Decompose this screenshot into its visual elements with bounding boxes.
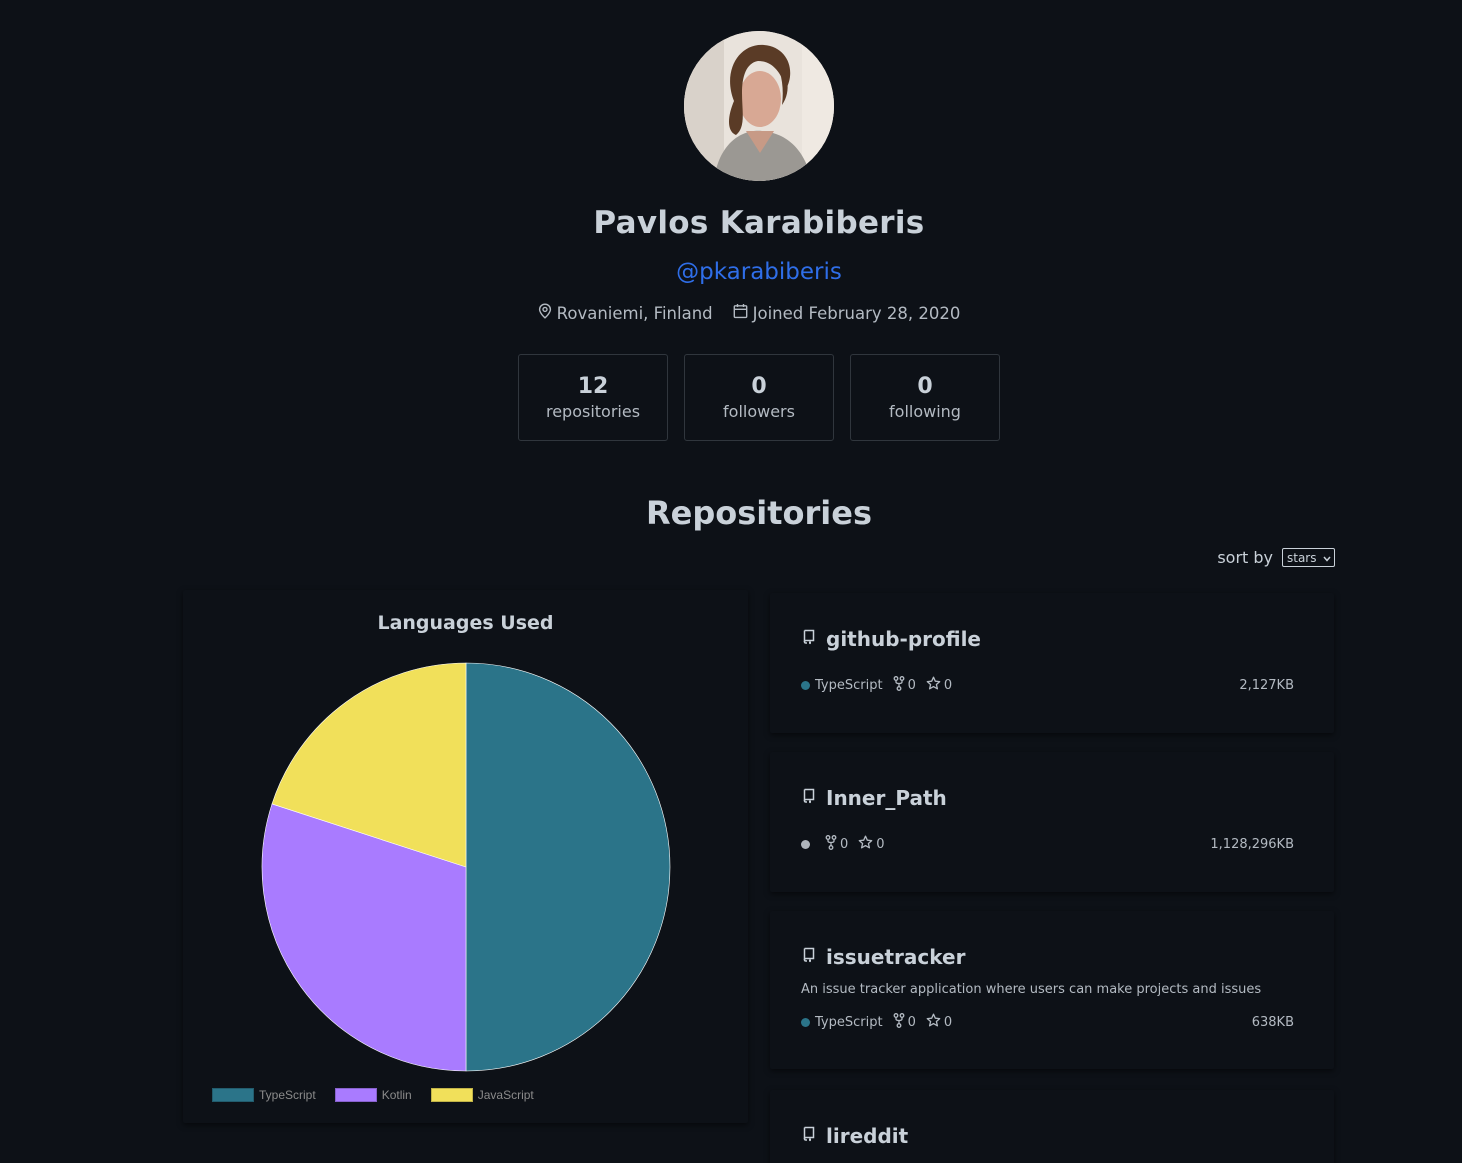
repo-header: lireddit (802, 1124, 908, 1148)
joined-text: Joined February 28, 2020 (752, 303, 961, 323)
repo-stars: 0 (858, 835, 885, 854)
repo-meta: TypeScript 0 0 2,127KB (801, 676, 1294, 695)
repo-language (801, 840, 815, 849)
repo-card[interactable]: Inner_Path 0 0 1,128,296KB (770, 752, 1334, 892)
profile-name: Pavlos Karabiberis (593, 205, 925, 241)
stat-value: 0 (917, 373, 933, 399)
star-count: 0 (943, 1015, 953, 1030)
stat-label: following (889, 401, 961, 421)
language-dot (801, 1018, 810, 1027)
repo-stars: 0 (926, 676, 952, 695)
star-count: 0 (943, 678, 953, 693)
profile-login-link[interactable]: @pkarabiberis (0, 259, 1462, 285)
fork-icon (825, 835, 840, 854)
repo-size: 638KB (1251, 1015, 1294, 1030)
fork-count: 0 (840, 837, 849, 852)
pie-slice-typescript[interactable] (465, 662, 671, 1072)
repo-name-link[interactable]: github-profile (826, 627, 981, 651)
language-dot (801, 840, 810, 849)
repo-stars: 0 (926, 1013, 952, 1032)
repo-size: 2,127KB (1239, 678, 1294, 693)
repo-card[interactable]: github-profile TypeScript 0 0 2,127KB (770, 593, 1334, 733)
repo-language: TypeScript (801, 678, 883, 693)
language-name: TypeScript (815, 1015, 883, 1030)
legend-label: JavaScript (477, 1088, 534, 1102)
repo-meta: 0 0 1,128,296KB (801, 835, 1294, 854)
legend-label: TypeScript (259, 1088, 316, 1102)
repo-language: TypeScript (801, 1015, 883, 1030)
stat-repositories: 12 repositories (518, 354, 668, 441)
legend-item-kotlin[interactable]: Kotlin (334, 1088, 412, 1102)
stat-value: 0 (751, 373, 767, 399)
repositories-heading: Repositories (645, 494, 873, 532)
repo-book-icon (802, 1126, 826, 1146)
stat-followers: 0 followers (684, 354, 834, 441)
avatar (684, 31, 834, 181)
calendar-icon (733, 303, 753, 323)
profile-meta: Rovaniemi, Finland Joined February 28, 2… (0, 303, 1462, 323)
sort-select-value: stars (1287, 550, 1317, 565)
legend-swatch (334, 1088, 377, 1102)
stat-label: repositories (545, 401, 641, 421)
repo-name-link[interactable]: issuetracker (826, 945, 965, 969)
chevron-down-icon (1323, 551, 1331, 565)
repo-name-link[interactable]: lireddit (826, 1124, 908, 1148)
legend-label: Kotlin (381, 1088, 412, 1102)
location-text: Rovaniemi, Finland (556, 303, 713, 323)
sort-select[interactable]: stars (1282, 548, 1335, 567)
repo-book-icon (802, 947, 826, 967)
star-icon (926, 676, 944, 695)
stat-label: followers (723, 401, 795, 421)
repo-name-link[interactable]: Inner_Path (826, 786, 947, 810)
sort-control: sort by stars (1217, 548, 1335, 567)
languages-chart-card: Languages Used TypeScript Kotlin JavaScrip… (183, 590, 748, 1123)
legend-swatch (212, 1088, 254, 1102)
stat-following: 0 following (850, 354, 1000, 441)
chart-legend: TypeScript Kotlin JavaScript (212, 1088, 553, 1102)
languages-pie-chart (261, 662, 671, 1072)
repo-header: Inner_Path (802, 786, 947, 810)
repo-forks: 0 (825, 835, 848, 854)
location-info: Rovaniemi, Finland (538, 303, 713, 323)
fork-icon (893, 676, 908, 695)
legend-item-javascript[interactable]: JavaScript (430, 1088, 534, 1102)
fork-count: 0 (907, 678, 916, 693)
repo-card[interactable]: issuetracker An issue tracker applicatio… (770, 911, 1334, 1069)
repo-header: issuetracker (802, 945, 965, 969)
repo-size: 1,128,296KB (1210, 837, 1294, 852)
joined-info: Joined February 28, 2020 (733, 303, 961, 323)
legend-swatch (430, 1088, 473, 1102)
fork-icon (893, 1013, 908, 1032)
language-dot (801, 681, 810, 690)
fork-count: 0 (907, 1015, 916, 1030)
sort-label: sort by (1217, 548, 1273, 567)
repo-forks: 0 (893, 1013, 916, 1032)
repo-forks: 0 (893, 676, 916, 695)
star-icon (858, 835, 876, 854)
star-icon (926, 1013, 944, 1032)
repo-description: An issue tracker application where users… (801, 982, 1262, 997)
repo-meta: TypeScript 0 0 638KB (801, 1013, 1294, 1032)
legend-item-typescript[interactable]: TypeScript (212, 1088, 316, 1102)
profile-page: Pavlos Karabiberis @pkarabiberis Rovanie… (0, 0, 1462, 1163)
repo-card[interactable]: lireddit (770, 1090, 1334, 1163)
stat-value: 12 (577, 373, 609, 399)
star-count: 0 (876, 837, 885, 852)
repo-header: github-profile (802, 627, 981, 651)
repo-book-icon (802, 629, 826, 649)
language-name: TypeScript (815, 678, 883, 693)
stats-row: 12 repositories 0 followers 0 following (518, 354, 1016, 441)
repo-book-icon (802, 788, 826, 808)
location-pin-icon (538, 303, 557, 323)
